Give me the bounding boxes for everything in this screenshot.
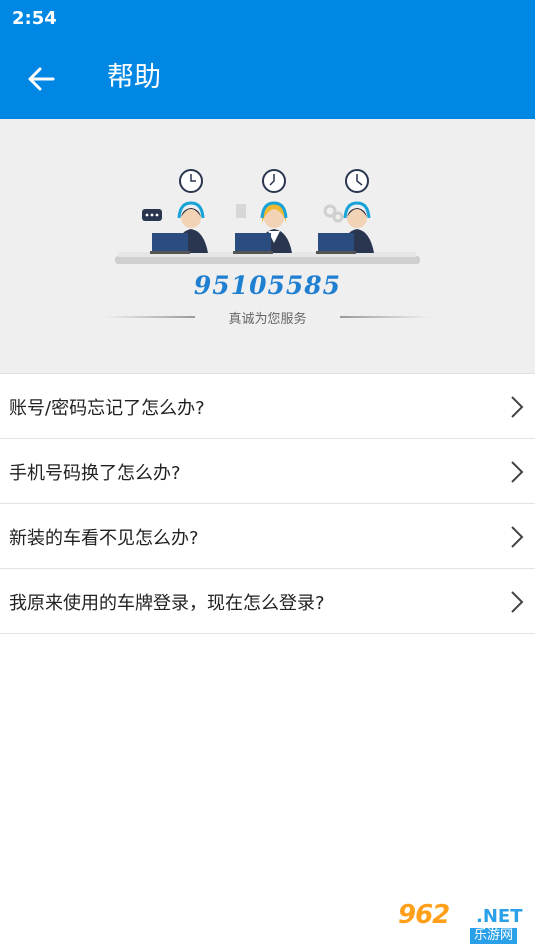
- help-banner: 95105585 真诚为您服务: [0, 119, 535, 374]
- chevron-right-icon: [511, 461, 524, 483]
- faq-item-forgot-password[interactable]: 账号/密码忘记了怎么办?: [0, 374, 535, 439]
- status-bar: 2:54: [0, 0, 535, 38]
- chevron-right-icon: [511, 526, 524, 548]
- watermark-sub: 乐游网: [470, 928, 518, 944]
- chevron-right-icon: [511, 591, 524, 613]
- faq-item-plate-login[interactable]: 我原来使用的车牌登录，现在怎么登录?: [0, 569, 535, 634]
- service-slogan: 真诚为您服务: [228, 312, 307, 327]
- watermark-logo: 962 .NET 乐游网: [398, 900, 530, 946]
- page-title: 帮助: [107, 62, 161, 93]
- arrow-left-icon: [28, 67, 55, 91]
- status-time: 2:54: [12, 8, 57, 29]
- faq-item-label: 手机号码换了怎么办?: [9, 463, 181, 484]
- watermark-number: 962: [398, 900, 450, 930]
- faq-item-new-car-missing[interactable]: 新装的车看不见怎么办?: [0, 504, 535, 569]
- back-button[interactable]: [20, 58, 62, 100]
- customer-service-illustration: [115, 169, 420, 264]
- watermark-net: .NET: [476, 906, 523, 927]
- service-phone-number: 95105585: [193, 271, 342, 300]
- chevron-right-icon: [511, 396, 524, 418]
- faq-list: 账号/密码忘记了怎么办? 手机号码换了怎么办? 新装的车看不见怎么办? 我原来使…: [0, 374, 535, 634]
- agent-1-icon: [142, 169, 208, 254]
- app-bar: 帮助: [0, 38, 535, 119]
- agent-3-icon: [316, 169, 374, 254]
- faq-item-label: 账号/密码忘记了怎么办?: [9, 398, 205, 419]
- faq-item-phone-changed[interactable]: 手机号码换了怎么办?: [0, 439, 535, 504]
- faq-item-label: 新装的车看不见怎么办?: [9, 528, 199, 549]
- faq-item-label: 我原来使用的车牌登录，现在怎么登录?: [9, 593, 325, 614]
- agent-2-icon: [233, 169, 292, 254]
